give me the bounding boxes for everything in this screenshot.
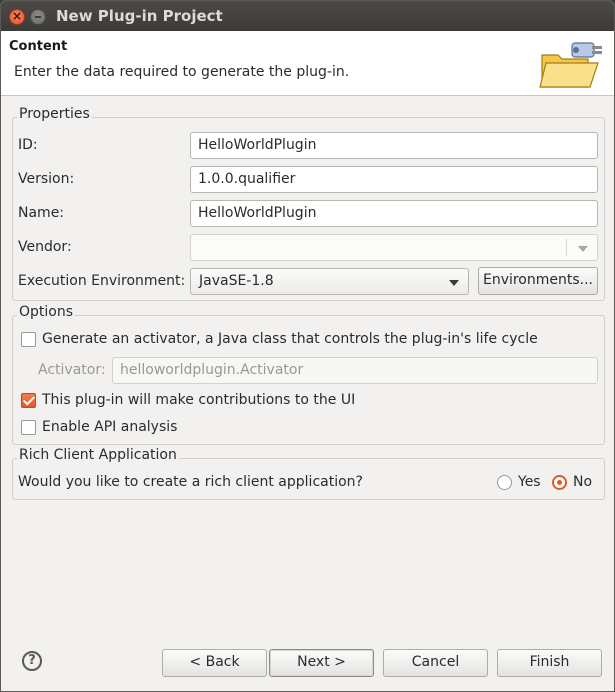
rca-no-radio[interactable]	[552, 475, 567, 490]
title-bar: × New Plug-in Project	[1, 1, 614, 31]
new-plugin-project-dialog: × New Plug-in Project Content Enter the …	[0, 0, 615, 692]
next-button[interactable]: Next >	[269, 649, 374, 677]
version-input[interactable]: 1.0.0.qualifier	[190, 166, 598, 193]
finish-button[interactable]: Finish	[497, 649, 602, 677]
rca-question: Would you like to create a rich client a…	[18, 474, 363, 490]
chevron-down-icon	[578, 246, 588, 252]
execution-environment-label: Execution Environment:	[18, 273, 186, 289]
properties-group-label: Properties	[17, 106, 92, 122]
rca-no-label[interactable]: No	[573, 474, 592, 490]
close-window-button[interactable]: ×	[9, 9, 25, 25]
generate-activator-checkbox[interactable]	[21, 332, 36, 347]
version-label: Version:	[18, 171, 75, 187]
name-input[interactable]: HelloWorldPlugin	[190, 200, 598, 227]
chevron-down-icon	[449, 280, 459, 286]
api-analysis-label[interactable]: Enable API analysis	[42, 419, 177, 435]
window-title: New Plug-in Project	[56, 7, 223, 25]
combo-separator	[566, 239, 567, 256]
execution-environment-value: JavaSE-1.8	[199, 273, 274, 289]
environments-button[interactable]: Environments...	[478, 267, 598, 295]
vendor-label: Vendor:	[18, 239, 72, 255]
activator-input[interactable]: helloworldplugin.Activator	[112, 357, 598, 384]
rca-yes-radio[interactable]	[497, 475, 512, 490]
activator-label: Activator:	[38, 362, 106, 378]
rca-yes-label[interactable]: Yes	[518, 474, 541, 490]
cancel-button[interactable]: Cancel	[383, 649, 488, 677]
rca-group-label: Rich Client Application	[17, 447, 179, 463]
id-label: ID:	[18, 137, 38, 153]
page-title: Content	[9, 39, 68, 54]
name-label: Name:	[18, 205, 65, 221]
page-message: Enter the data required to generate the …	[14, 64, 350, 80]
vendor-combo[interactable]	[190, 234, 598, 261]
api-analysis-checkbox[interactable]	[21, 420, 36, 435]
back-button[interactable]: < Back	[162, 649, 267, 677]
execution-environment-combo[interactable]: JavaSE-1.8	[190, 268, 469, 295]
help-icon[interactable]: ?	[22, 651, 42, 671]
options-group-label: Options	[17, 304, 76, 320]
generate-activator-label[interactable]: Generate an activator, a Java class that…	[42, 331, 538, 347]
wizard-header: Content Enter the data required to gener…	[1, 31, 614, 96]
id-input[interactable]: HelloWorldPlugin	[190, 132, 598, 159]
minimize-window-button[interactable]	[30, 9, 46, 25]
ui-contributions-label[interactable]: This plug-in will make contributions to …	[42, 392, 355, 408]
plugin-folder-icon	[539, 42, 602, 88]
ui-contributions-checkbox[interactable]	[21, 393, 36, 408]
